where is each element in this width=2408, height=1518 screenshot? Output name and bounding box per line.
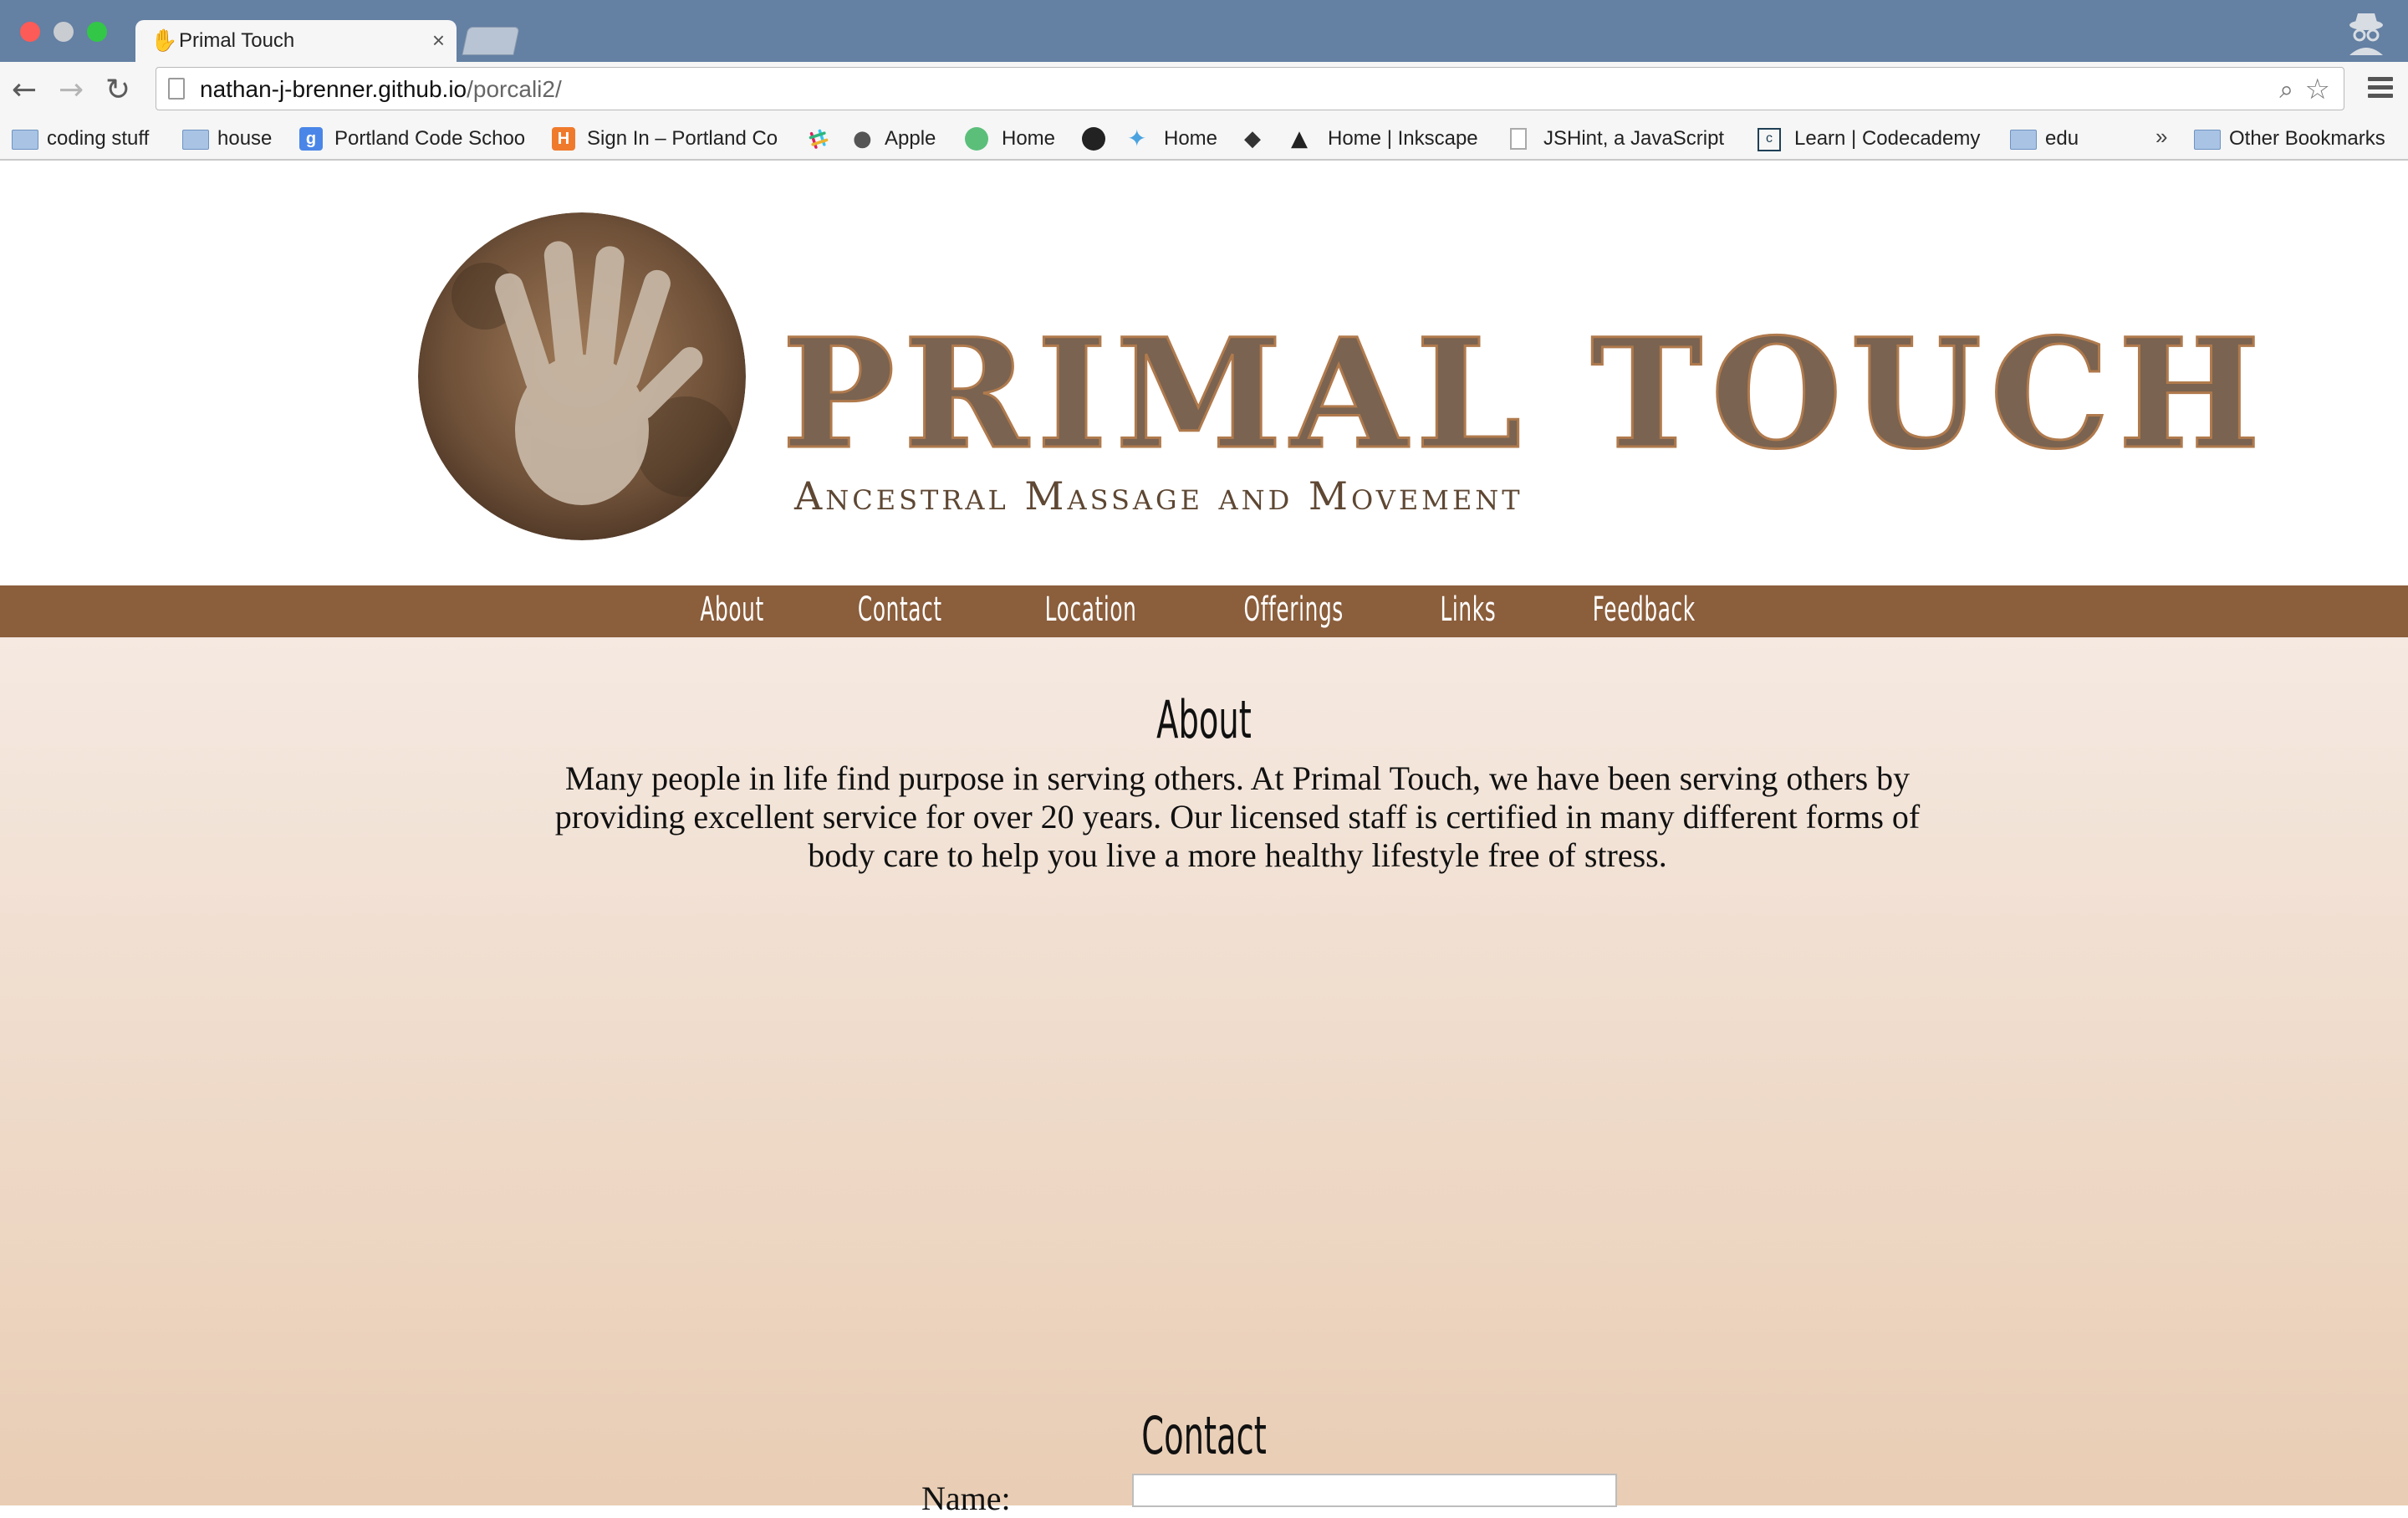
brand-title: PRIMAL TOUCH <box>780 306 2269 483</box>
folder-icon <box>2194 130 2221 150</box>
maximize-window-button[interactable] <box>87 22 107 42</box>
slack-icon <box>809 129 829 149</box>
back-icon[interactable]: ← <box>12 74 37 107</box>
twitter-icon: ✦ <box>1127 125 1147 152</box>
forward-icon[interactable]: → <box>59 74 84 107</box>
folder-icon <box>12 130 38 150</box>
address-bar[interactable]: nathan-j-brenner.github.io/porcali2/ ⌕ ☆ <box>156 67 2344 110</box>
nav-about[interactable]: About <box>701 590 764 629</box>
tab-close-icon[interactable]: × <box>432 28 445 54</box>
nav-contact[interactable]: Contact <box>858 590 942 629</box>
new-tab-button[interactable] <box>462 27 520 55</box>
nav-feedback[interactable]: Feedback <box>1593 590 1696 629</box>
name-label: Name: <box>921 1480 1011 1517</box>
bookmarks-overflow-icon[interactable]: » <box>2155 124 2167 150</box>
nav-location[interactable]: Location <box>1045 590 1137 629</box>
github-icon <box>1082 127 1105 151</box>
star-icon[interactable]: ☆ <box>2305 73 2330 106</box>
browser-toolbar: ← → ↻ nathan-j-brenner.github.io/porcali… <box>0 62 2408 120</box>
google-icon: g <box>299 127 323 151</box>
nav-offerings[interactable]: Offerings <box>1244 590 1344 629</box>
hand-icon: ✋ <box>150 28 178 54</box>
close-window-button[interactable] <box>20 22 40 42</box>
bookmark-label: Apple <box>885 127 936 150</box>
bookmark-diamond[interactable]: ◆ <box>1244 125 1273 152</box>
about-heading: About <box>1156 689 1252 750</box>
page-icon <box>1510 128 1527 150</box>
bookmark-sign-in[interactable]: H Sign In – Portland Co <box>552 125 779 152</box>
hand-logo-icon <box>418 212 746 540</box>
apple-icon: ● <box>853 126 872 151</box>
codecademy-icon: c <box>1758 128 1781 151</box>
bookmark-label: Sign In – Portland Co <box>587 127 778 150</box>
bookmark-label: Home <box>1002 127 1056 150</box>
h-icon: H <box>552 127 575 151</box>
about-text: Many people in life find purpose in serv… <box>554 759 1921 874</box>
bookmark-label: Other Bookmarks <box>2229 127 2385 150</box>
nav-links[interactable]: Links <box>1440 590 1496 629</box>
bookmark-label: edu <box>2045 127 2079 150</box>
site-header: PRIMAL TOUCH Ancestral Massage and Movem… <box>0 161 2408 585</box>
url-text[interactable]: nathan-j-brenner.github.io/porcali2/ <box>200 76 562 103</box>
zoom-icon[interactable]: ⌕ <box>2279 75 2293 105</box>
bookmark-label: coding stuff <box>47 127 150 150</box>
menu-icon[interactable] <box>2368 77 2393 98</box>
bookmark-label: Portland Code Schoo <box>334 127 526 150</box>
bookmark-label: house <box>217 127 273 150</box>
bookmark-jshint[interactable]: JSHint, a JavaScript <box>1510 125 1729 152</box>
brand-subtitle: Ancestral Massage and Movement <box>794 473 1523 519</box>
reload-icon[interactable]: ↻ <box>105 74 130 107</box>
incognito-icon <box>2349 13 2383 55</box>
folder-icon <box>182 130 209 150</box>
folder-icon <box>2010 130 2037 150</box>
bookmark-slack[interactable] <box>806 125 834 152</box>
main-content: About Many people in life find purpose i… <box>0 637 2408 1517</box>
tab-title: Primal Touch <box>179 29 295 52</box>
bookmark-portland-code-school[interactable]: g Portland Code Schoo <box>299 125 530 152</box>
url-host: nathan-j-brenner.github.io <box>200 76 467 102</box>
url-path: /porcali2/ <box>467 76 562 102</box>
browser-tab[interactable]: ✋ Primal Touch × <box>135 20 457 64</box>
bookmark-label: JSHint, a JavaScript <box>1543 127 1725 150</box>
browser-titlebar: ✋ Primal Touch × <box>0 0 2408 64</box>
web-page: PRIMAL TOUCH Ancestral Massage and Movem… <box>0 161 2408 1517</box>
name-input[interactable] <box>1132 1474 1617 1507</box>
leaf-icon <box>965 127 988 151</box>
bookmarks-bar: coding stuff house g Portland Code Schoo… <box>0 120 2408 161</box>
bookmark-label: Home <box>1164 127 1218 150</box>
contact-heading: Contact <box>1141 1405 1267 1466</box>
minimize-window-button[interactable] <box>54 22 74 42</box>
site-nav: About Contact Location Offerings Links F… <box>0 585 2408 637</box>
bookmark-label: Learn | Codecademy <box>1794 127 1981 150</box>
diamond-icon: ◆ <box>1244 126 1261 151</box>
inkscape-icon: ▲ <box>1291 126 1308 151</box>
page-icon <box>168 78 185 100</box>
bookmark-github[interactable] <box>1082 125 1110 152</box>
bookmark-label: Home | Inkscape <box>1328 127 1478 150</box>
